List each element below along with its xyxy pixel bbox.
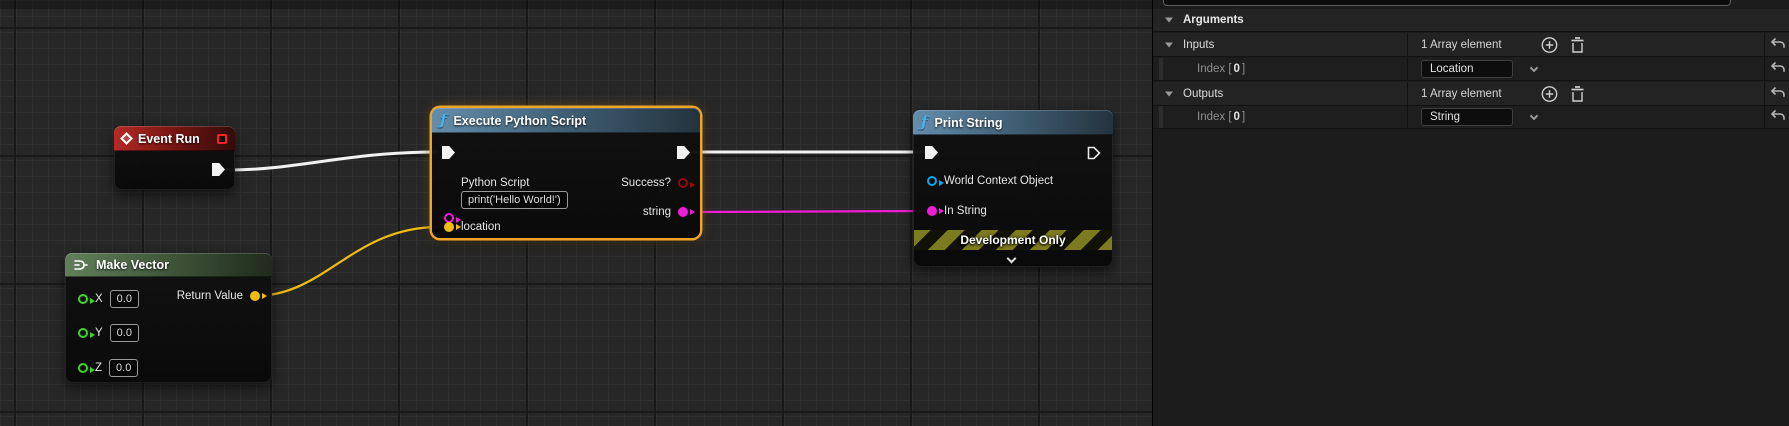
function-icon: ƒ bbox=[440, 113, 446, 128]
collapse-triangle-icon[interactable] bbox=[1164, 90, 1174, 98]
reset-to-default-button[interactable] bbox=[1770, 61, 1786, 77]
node-title: Execute Python Script bbox=[453, 114, 586, 128]
y-value-input[interactable]: 0.0 bbox=[110, 324, 139, 342]
outputs-row: Outputs 1 Array element bbox=[1153, 82, 1789, 106]
print-string-header[interactable]: ƒ Print String bbox=[913, 110, 1113, 135]
function-icon: ƒ bbox=[921, 115, 927, 130]
in-string-label: In String bbox=[944, 205, 987, 217]
exec-in-pin[interactable] bbox=[925, 146, 938, 159]
node-title: Make Vector bbox=[96, 258, 169, 272]
x-pin[interactable] bbox=[78, 294, 88, 304]
make-vector-header[interactable]: Make Vector bbox=[65, 253, 272, 277]
python-script-label: Python Script bbox=[461, 177, 568, 189]
inputs-label: Inputs bbox=[1183, 39, 1214, 51]
z-value-input[interactable]: 0.0 bbox=[109, 359, 138, 377]
x-label: X bbox=[95, 293, 103, 305]
input-type-dropdown[interactable]: Location bbox=[1421, 60, 1513, 78]
reset-to-default-button[interactable] bbox=[1770, 37, 1786, 53]
arguments-section-header[interactable]: Arguments bbox=[1153, 9, 1789, 32]
string-out-pin[interactable] bbox=[678, 207, 688, 217]
chevron-down-icon[interactable] bbox=[1530, 111, 1538, 119]
success-pin[interactable] bbox=[678, 178, 688, 188]
make-struct-icon bbox=[73, 259, 89, 271]
string-out-label: string bbox=[643, 206, 671, 218]
vector-wire[interactable] bbox=[253, 227, 439, 296]
delete-all-elements-button[interactable] bbox=[1570, 85, 1585, 102]
reset-to-default-button[interactable] bbox=[1770, 109, 1786, 125]
output-index-row: Index [0] String bbox=[1153, 106, 1789, 129]
inputs-row: Inputs 1 Array element bbox=[1153, 33, 1789, 57]
event-icon bbox=[120, 132, 133, 145]
node-expand-chevron-icon[interactable] bbox=[1007, 254, 1017, 264]
inputs-count: 1 Array element bbox=[1421, 39, 1502, 51]
collapse-triangle-icon[interactable] bbox=[1164, 16, 1174, 24]
event-run-header[interactable]: Event Run bbox=[114, 126, 235, 151]
indent-guide bbox=[1159, 106, 1163, 128]
collapse-triangle-icon[interactable] bbox=[1164, 41, 1174, 49]
location-label: location bbox=[461, 221, 501, 233]
details-panel: Arguments Inputs 1 Array element bbox=[1152, 0, 1789, 426]
y-pin[interactable] bbox=[78, 328, 88, 338]
development-only-banner: Development Only bbox=[914, 230, 1112, 250]
world-context-pin[interactable] bbox=[927, 176, 937, 186]
add-element-button[interactable] bbox=[1541, 36, 1558, 53]
node-make-vector[interactable]: Make Vector X 0.0 Return Value Y 0.0 Z 0… bbox=[65, 253, 272, 383]
z-label: Z bbox=[95, 362, 102, 374]
x-value-input[interactable]: 0.0 bbox=[110, 290, 139, 308]
y-label: Y bbox=[95, 327, 103, 339]
exec-in-pin[interactable] bbox=[442, 146, 455, 159]
clipped-field-above[interactable] bbox=[1163, 0, 1731, 6]
string-wire[interactable] bbox=[694, 211, 924, 212]
node-title: Event Run bbox=[138, 132, 200, 146]
node-event-run[interactable]: Event Run bbox=[114, 126, 235, 190]
in-string-pin[interactable] bbox=[927, 206, 937, 216]
node-title: Print String bbox=[934, 116, 1002, 130]
execute-python-header[interactable]: ƒ Execute Python Script bbox=[432, 108, 700, 133]
output-type-dropdown[interactable]: String bbox=[1421, 108, 1513, 126]
node-print-string[interactable]: ƒ Print String World Context Object In S… bbox=[913, 110, 1113, 267]
outputs-count: 1 Array element bbox=[1421, 88, 1502, 100]
world-context-label: World Context Object bbox=[944, 175, 1053, 187]
banner-label: Development Only bbox=[960, 233, 1065, 247]
exec-out-pin[interactable] bbox=[212, 163, 225, 176]
success-label: Success? bbox=[621, 177, 671, 189]
indent-guide bbox=[1159, 58, 1163, 80]
chevron-down-icon[interactable] bbox=[1530, 63, 1538, 71]
blueprint-editor: Event Run ƒ Execute Python Script bbox=[0, 0, 1789, 426]
location-pin[interactable] bbox=[444, 222, 454, 232]
index-label: Index [0] bbox=[1197, 63, 1245, 75]
return-value-pin[interactable] bbox=[250, 291, 260, 301]
delegate-pin[interactable] bbox=[217, 134, 227, 144]
exec-out-pin[interactable] bbox=[1087, 146, 1101, 160]
add-element-button[interactable] bbox=[1541, 85, 1558, 102]
reset-to-default-button[interactable] bbox=[1770, 86, 1786, 102]
return-value-label: Return Value bbox=[177, 290, 243, 302]
exec-wire-eventrun-to-execute[interactable] bbox=[223, 152, 437, 170]
outputs-label: Outputs bbox=[1183, 88, 1223, 100]
exec-out-pin[interactable] bbox=[677, 146, 690, 159]
index-label: Index [0] bbox=[1197, 111, 1245, 123]
input-index-row: Index [0] Location bbox=[1153, 58, 1789, 81]
delete-all-elements-button[interactable] bbox=[1570, 36, 1585, 53]
node-execute-python-script[interactable]: ƒ Execute Python Script Python Script pr… bbox=[432, 108, 700, 238]
z-pin[interactable] bbox=[78, 363, 88, 373]
blueprint-graph[interactable]: Event Run ƒ Execute Python Script bbox=[0, 0, 1152, 426]
python-script-input[interactable]: print('Hello World!') bbox=[461, 191, 568, 209]
arguments-label: Arguments bbox=[1183, 14, 1244, 26]
